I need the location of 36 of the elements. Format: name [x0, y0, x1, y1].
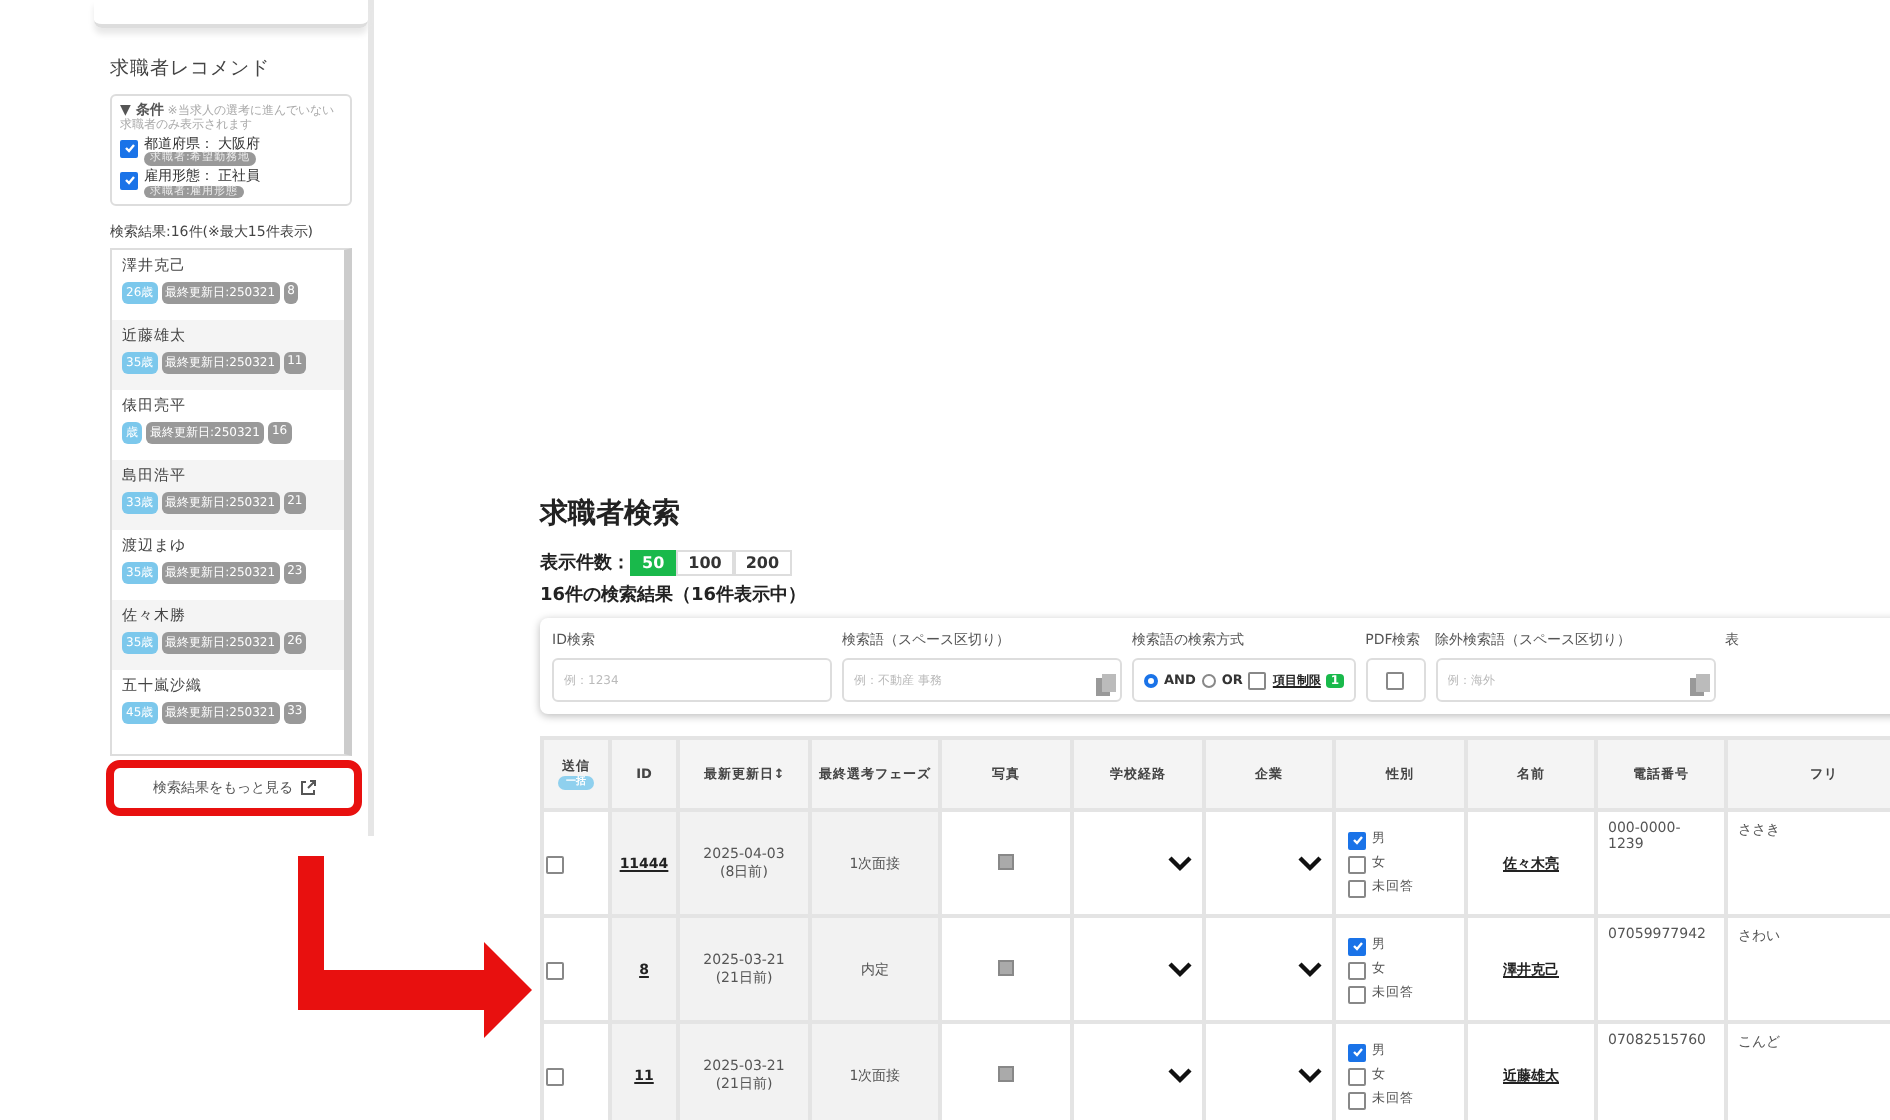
- checkbox[interactable]: [1386, 672, 1405, 690]
- photo-icon: [998, 1065, 1014, 1081]
- checkbox[interactable]: [120, 171, 138, 190]
- page-title: 求職者検索: [540, 496, 682, 532]
- external-link-icon: [299, 780, 315, 797]
- chevron-down-icon: [1168, 1067, 1192, 1083]
- checkbox[interactable]: [1348, 1043, 1366, 1061]
- checkbox[interactable]: [1348, 961, 1366, 979]
- chevron-down-icon: [1298, 1067, 1322, 1083]
- panel-title: 求職者レコメンド: [110, 56, 272, 82]
- checkbox[interactable]: [1348, 855, 1366, 873]
- chevron-down-icon: [1298, 961, 1322, 977]
- clipboard-icon: [1096, 674, 1116, 696]
- radio-button[interactable]: [1201, 673, 1216, 687]
- row-checkbox[interactable]: [546, 961, 564, 979]
- chevron-down-icon: [1168, 961, 1192, 977]
- page-size-option[interactable]: 200: [733, 550, 792, 576]
- chevron-down-icon: [1168, 855, 1192, 871]
- photo-icon: [998, 959, 1014, 975]
- checkbox[interactable]: [120, 139, 138, 158]
- page-size-label: 表示件数：: [540, 550, 630, 576]
- checkbox[interactable]: [1348, 879, 1366, 897]
- page-size-option[interactable]: 100: [676, 550, 734, 576]
- checkbox[interactable]: [1348, 985, 1366, 1003]
- row-checkbox[interactable]: [546, 855, 564, 873]
- result-count: 16件の検索結果（16件表示中）: [540, 582, 809, 608]
- checkbox[interactable]: [1348, 937, 1366, 955]
- photo-icon: [998, 853, 1014, 869]
- radio-button[interactable]: [1144, 673, 1158, 687]
- checkbox[interactable]: [1348, 1091, 1366, 1109]
- chevron-down-icon: [1298, 855, 1322, 871]
- checkbox[interactable]: [1248, 672, 1267, 690]
- row-checkbox[interactable]: [546, 1067, 564, 1085]
- clipboard-icon: [1689, 674, 1710, 696]
- checkbox[interactable]: [1348, 1067, 1366, 1085]
- checkbox[interactable]: [1348, 831, 1366, 849]
